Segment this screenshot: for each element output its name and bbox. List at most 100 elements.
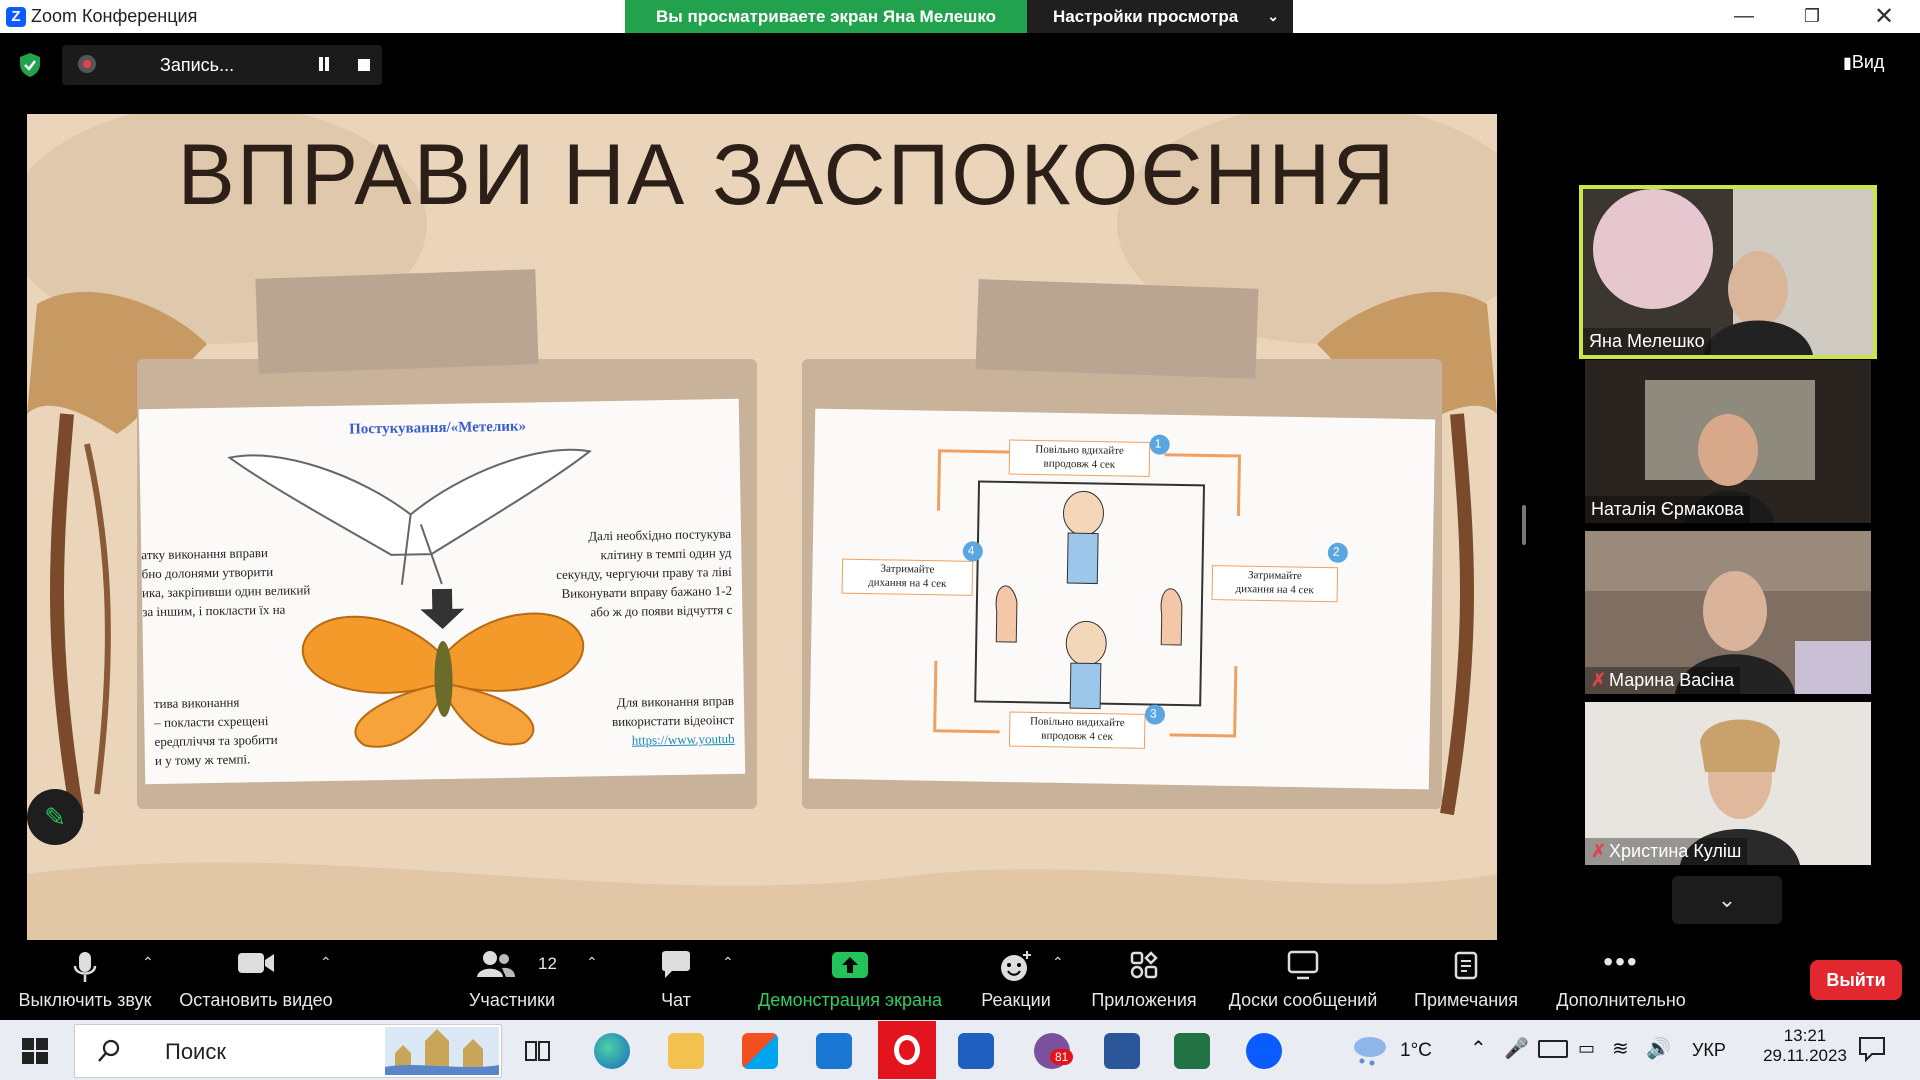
viber-icon[interactable]: 81 [1034, 1033, 1074, 1069]
mute-label: Выключить звук [18, 990, 152, 1010]
chevron-down-icon: ⌄ [1267, 8, 1279, 24]
chat-button[interactable]: Чат [636, 940, 716, 1020]
stop-video-button[interactable]: Остановить видео [176, 940, 336, 1020]
video-options-caret-icon[interactable]: ⌃ [320, 954, 332, 971]
grid-view-icon: ▮​ [1843, 55, 1852, 72]
share-screen-button[interactable]: Демонстрация экрана [750, 940, 950, 1020]
participant-name: Яна Мелешко [1583, 328, 1711, 355]
pause-recording-icon[interactable] [317, 57, 331, 73]
share-screen-label: Демонстрация экрана [758, 990, 942, 1010]
participant-name: ✗ Христина Куліш [1585, 838, 1748, 865]
microphone-icon [73, 952, 97, 982]
input-language[interactable]: УКР [1692, 1040, 1726, 1061]
participant-tile-active[interactable]: Яна Мелешко [1579, 185, 1877, 359]
step-number-3: 3 [1149, 706, 1157, 721]
mute-button[interactable]: Выключить звук [10, 940, 160, 1020]
clock-time: 13:21 [1783, 1026, 1827, 1045]
zoom-logo-icon: Z [6, 7, 26, 27]
right-card-tag [975, 279, 1259, 379]
reactions-button[interactable]: Реакции [966, 940, 1066, 1020]
whiteboards-button[interactable]: Доски сообщений [1220, 940, 1386, 1020]
word-icon[interactable] [1104, 1033, 1140, 1069]
annotate-pencil-icon[interactable]: ✎ [27, 789, 83, 845]
more-button[interactable]: ••• Дополнительно [1546, 940, 1696, 1020]
step-1-text: Повільно вдихайте впродовж 4 сек [1035, 443, 1124, 471]
panel-resize-handle[interactable] [1522, 505, 1526, 545]
more-label: Дополнительно [1556, 990, 1686, 1010]
muted-mic-icon: ✗ [1591, 841, 1607, 861]
zoom-taskbar-icon[interactable] [1246, 1033, 1282, 1069]
participants-icon [477, 951, 516, 977]
apps-button[interactable]: Приложения [1084, 940, 1204, 1020]
edge-browser-icon[interactable] [594, 1033, 630, 1069]
chat-bubble-icon [662, 951, 690, 978]
search-placeholder: Поиск [165, 1039, 226, 1064]
wifi-icon[interactable]: ≋ [1612, 1036, 1629, 1061]
view-button-label: Вид [1851, 52, 1885, 72]
step-number-2: 2 [1332, 544, 1340, 559]
stop-video-label: Остановить видео [179, 990, 333, 1010]
restore-icon[interactable]: ❐ [1784, 0, 1840, 33]
participants-count: 12 [538, 954, 557, 973]
microsoft-store-icon[interactable] [742, 1033, 778, 1069]
view-settings-label: Настройки просмотра [1053, 7, 1239, 26]
close-icon[interactable]: ✕ [1856, 0, 1912, 33]
video-camera-icon [238, 953, 274, 973]
recording-bar: Запись... [62, 45, 382, 85]
clock[interactable]: 13:21 29.11.2023 [1760, 1026, 1850, 1066]
step-number-4: 4 [967, 543, 975, 558]
task-view-icon[interactable] [522, 1036, 552, 1066]
opera-browser-icon[interactable] [878, 1021, 936, 1079]
viewing-status: Вы просматриваете экран Яна Мелешко [625, 0, 1027, 33]
participants-button[interactable]: 12 Участники [456, 940, 568, 1020]
minimize-icon[interactable]: — [1716, 0, 1772, 33]
notes-button[interactable]: Примечания [1404, 940, 1528, 1020]
chat-label: Чат [661, 990, 691, 1010]
apps-icon [1130, 951, 1158, 979]
notifications-icon[interactable] [1858, 1036, 1886, 1063]
participant-tile[interactable]: Наталія Єрмакова [1585, 360, 1871, 523]
reactions-options-caret-icon[interactable]: ⌃ [1052, 954, 1064, 971]
encryption-shield-icon[interactable] [18, 52, 42, 78]
audio-options-caret-icon[interactable]: ⌃ [142, 954, 154, 971]
tray-microphone-icon[interactable]: 🎤 [1504, 1036, 1529, 1061]
participant-tile[interactable]: ✗ Марина Васіна [1585, 531, 1871, 694]
view-button[interactable]: ▮​ Вид [1843, 52, 1884, 73]
step-4-text: Затримайте дихання на 4 сек [867, 562, 947, 590]
leave-button[interactable]: Выйти [1810, 960, 1902, 1000]
stop-recording-icon[interactable] [358, 59, 370, 71]
chat-options-caret-icon[interactable]: ⌃ [722, 954, 734, 971]
share-screen-icon [832, 952, 868, 978]
weather-temp[interactable]: 1°C [1400, 1040, 1432, 1062]
view-settings-button[interactable]: Настройки просмотра ⌄ [1027, 0, 1293, 33]
tray-overflow-chevron-icon[interactable]: ⌃ [1470, 1036, 1487, 1061]
participants-options-caret-icon[interactable]: ⌃ [586, 954, 598, 971]
gallery-scroll-down-icon[interactable]: ⌄ [1672, 876, 1782, 924]
mail-icon[interactable] [816, 1033, 852, 1069]
step-3-text: Повільно видихайте впродовж 4 сек [1029, 715, 1125, 743]
shared-screen: ВПРАВИ НА ЗАСПОКОЄННЯ Постукування/«Мете… [27, 114, 1497, 940]
battery-icon[interactable] [1538, 1040, 1568, 1058]
step-2-text: Затримайте дихання на 4 сек [1235, 569, 1314, 597]
device-icon[interactable]: ▭ [1578, 1038, 1595, 1059]
meeting-toolbar: Выключить звук ⌃ Остановить видео ⌃ 12 У… [0, 940, 1920, 1020]
file-explorer-icon[interactable] [668, 1033, 704, 1069]
viber-badge: 81 [1050, 1049, 1074, 1065]
participant-tile[interactable]: ✗ Христина Куліш [1585, 702, 1871, 865]
more-dots-icon: ••• [1603, 946, 1639, 977]
left-card-paper: Постукування/«Метелик» атку виконання вп… [138, 398, 746, 785]
excel-icon[interactable] [1174, 1033, 1210, 1069]
recording-dot-icon [78, 55, 96, 73]
taskbar-search-box[interactable]: Поиск [74, 1024, 502, 1078]
save-disk-app-icon[interactable] [958, 1033, 994, 1069]
apps-label: Приложения [1091, 990, 1197, 1010]
participant-name: ✗ Марина Васіна [1585, 667, 1741, 694]
windows-start-icon[interactable] [22, 1038, 48, 1064]
butterfly-illustration [301, 588, 584, 748]
search-highlight-castle-icon [385, 1027, 499, 1075]
weather-snow-icon[interactable] [1350, 1033, 1390, 1067]
search-icon [98, 1039, 120, 1062]
text-left-1: атку виконання вправи бно долонями утвори… [141, 545, 311, 620]
volume-icon[interactable]: 🔊 [1646, 1036, 1671, 1061]
notes-label: Примечания [1414, 990, 1518, 1010]
